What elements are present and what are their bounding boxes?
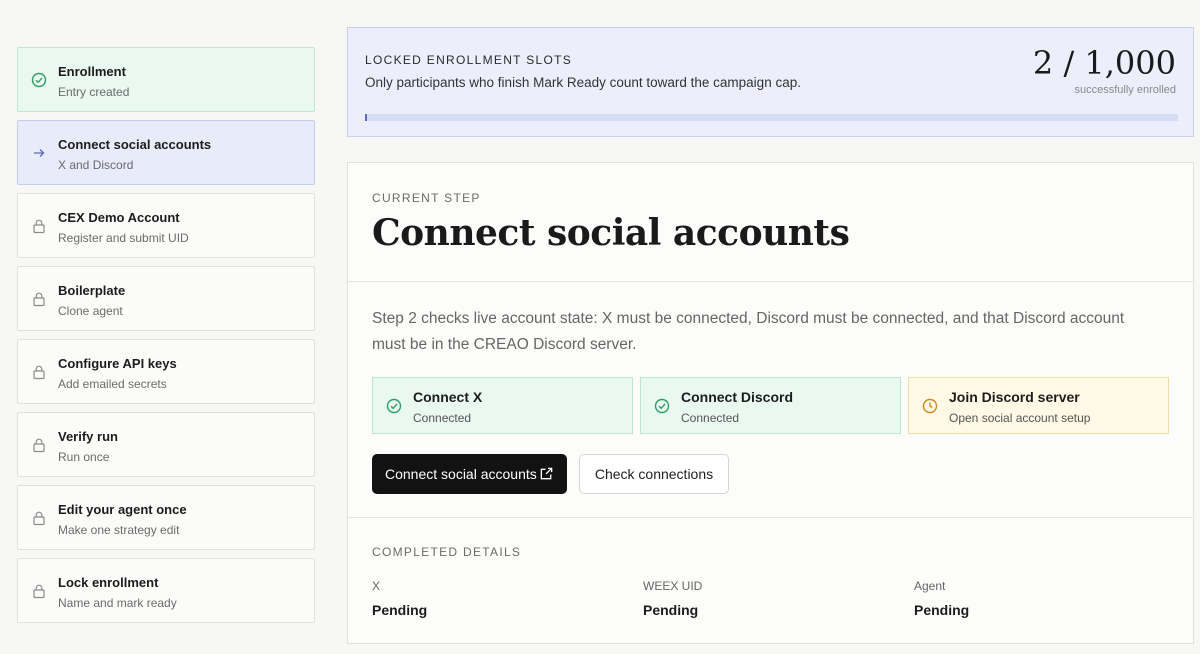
- detail-agent: Agent Pending: [914, 579, 969, 618]
- step-subtitle: Add emailed secrets: [58, 377, 167, 391]
- page-title: Connect social accounts: [372, 212, 850, 254]
- detail-weex-uid: WEEX UID Pending: [643, 579, 702, 618]
- step-description: Step 2 checks live account state: X must…: [372, 310, 1125, 353]
- step-title: Boilerplate: [58, 283, 126, 298]
- divider: [348, 517, 1193, 518]
- check-status: Open social account setup: [949, 411, 1091, 425]
- detail-key: X: [372, 579, 381, 593]
- step-title: Lock enrollment: [58, 575, 159, 590]
- step-title: Edit your agent once: [58, 502, 187, 517]
- step-subtitle: Entry created: [58, 85, 130, 99]
- connect-social-accounts-button[interactable]: Connect social accounts: [372, 454, 567, 494]
- lock-icon: [33, 511, 45, 526]
- sidebar-step-lock-enrollment[interactable]: Lock enrollment Name and mark ready: [17, 558, 315, 623]
- step-subtitle: X and Discord: [58, 158, 134, 172]
- current-step-card: CURRENT STEP Connect social accounts Ste…: [347, 162, 1194, 644]
- completed-details-label: COMPLETED DETAILS: [372, 545, 522, 559]
- check-title: Join Discord server: [949, 389, 1080, 405]
- check-status: Connected: [413, 411, 472, 425]
- sidebar-step-cex-demo[interactable]: CEX Demo Account Register and submit UID: [17, 193, 315, 258]
- button-label: Connect social accounts: [385, 466, 537, 482]
- detail-value: Pending: [914, 602, 970, 618]
- detail-value: Pending: [643, 602, 699, 618]
- detail-key: WEEX UID: [643, 579, 703, 593]
- check-circle-icon: [386, 398, 402, 414]
- slots-count-caption: successfully enrolled: [1074, 84, 1177, 96]
- lock-icon: [33, 438, 45, 453]
- slots-progress-fill: [365, 114, 368, 121]
- check-join-discord-server: Join Discord server Open social account …: [908, 377, 1169, 434]
- check-status: Connected: [681, 411, 740, 425]
- check-connect-x: Connect X Connected: [372, 377, 633, 434]
- sidebar-step-boilerplate[interactable]: Boilerplate Clone agent: [17, 266, 315, 331]
- detail-x: X Pending: [372, 579, 427, 618]
- slots-description: Only participants who finish Mark Ready …: [365, 75, 801, 90]
- sidebar-step-enrollment[interactable]: Enrollment Entry created: [17, 47, 315, 112]
- enrollment-slots-panel: LOCKED ENROLLMENT SLOTS Only participant…: [347, 27, 1194, 137]
- step-subtitle: Run once: [58, 450, 110, 464]
- detail-value: Pending: [372, 602, 428, 618]
- check-title: Connect Discord: [681, 389, 794, 405]
- step-title: Configure API keys: [58, 356, 177, 371]
- lock-icon: [33, 219, 45, 234]
- lock-icon: [33, 365, 45, 380]
- step-title: Connect social accounts: [58, 137, 212, 152]
- sidebar-step-api-keys[interactable]: Configure API keys Add emailed secrets: [17, 339, 315, 404]
- lock-icon: [33, 292, 45, 307]
- slots-count: 2 / 1,000: [1032, 44, 1176, 82]
- divider: [348, 281, 1193, 282]
- check-circle-icon: [31, 72, 47, 88]
- slots-label: LOCKED ENROLLMENT SLOTS: [365, 53, 573, 67]
- step-title: CEX Demo Account: [58, 210, 180, 225]
- step-subtitle: Name and mark ready: [58, 596, 177, 610]
- step-subtitle: Clone agent: [58, 304, 123, 318]
- step-title: Verify run: [58, 429, 118, 444]
- arrow-right-icon: [34, 149, 45, 157]
- step-subtitle: Register and submit UID: [58, 231, 189, 245]
- detail-key: Agent: [914, 579, 946, 593]
- check-connect-discord: Connect Discord Connected: [640, 377, 901, 434]
- sidebar-step-verify-run[interactable]: Verify run Run once: [17, 412, 315, 477]
- current-step-label: CURRENT STEP: [372, 191, 481, 205]
- step-sidebar: Enrollment Entry created Connect social …: [17, 47, 315, 631]
- step-title: Enrollment: [58, 64, 126, 79]
- sidebar-step-edit-agent[interactable]: Edit your agent once Make one strategy e…: [17, 485, 315, 550]
- step-subtitle: Make one strategy edit: [58, 523, 180, 537]
- check-circle-icon: [654, 398, 670, 414]
- check-title: Connect X: [413, 389, 483, 405]
- clock-icon: [922, 398, 938, 414]
- slots-progress-bar: [365, 114, 1178, 121]
- check-connections-button[interactable]: Check connections: [579, 454, 729, 494]
- sidebar-step-connect-social[interactable]: Connect social accounts X and Discord: [17, 120, 315, 185]
- external-link-icon: [540, 467, 553, 480]
- lock-icon: [33, 584, 45, 599]
